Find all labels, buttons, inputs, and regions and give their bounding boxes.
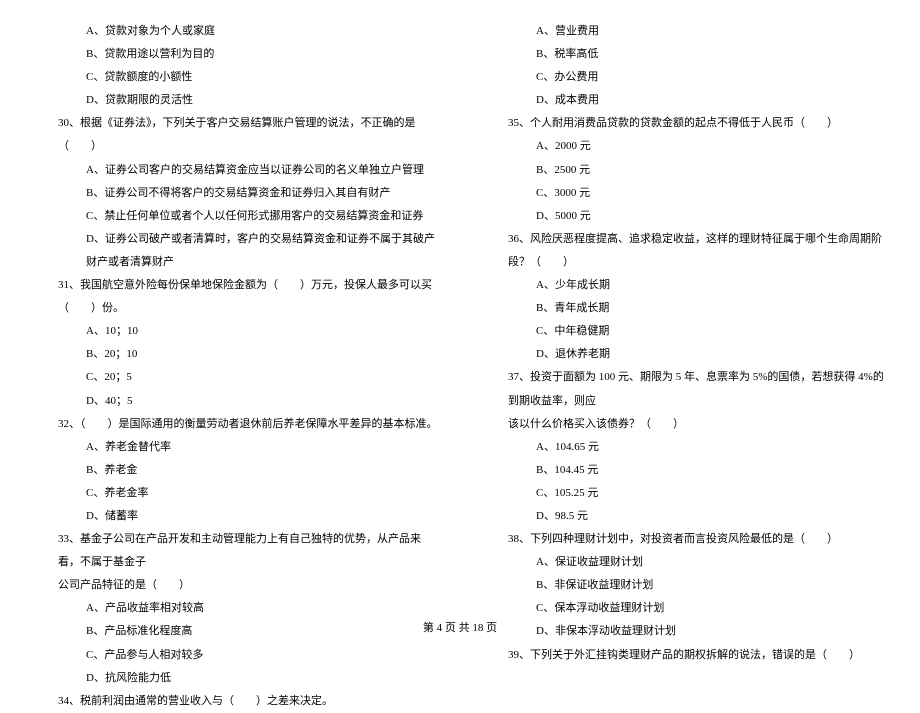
q36-stem: 36、风险厌恶程度提高、追求稳定收益，这样的理财特征属于哪个生命周期阶段？（ ） [480,228,890,274]
q31-option-c: C、20；5 [30,366,440,389]
q36-option-a: A、少年成长期 [480,274,890,297]
q37-option-d: D、98.5 元 [480,505,890,528]
q30-option-b: B、证券公司不得将客户的交易结算资金和证券归入其自有财产 [30,182,440,205]
q37-option-c: C、105.25 元 [480,482,890,505]
q32-stem: 32、（ ）是国际通用的衡量劳动者退休前后养老保障水平差异的基本标准。 [30,413,440,436]
q29-option-d: D、贷款期限的灵活性 [30,89,440,112]
q30-option-c: C、禁止任何单位或者个人以任何形式挪用客户的交易结算资金和证券 [30,205,440,228]
q38-option-a: A、保证收益理财计划 [480,551,890,574]
q37-stem-line1: 37、投资于面额为 100 元、期限为 5 年、息票率为 5%的国债，若想获得 … [480,366,890,412]
q33-option-c: C、产品参与人相对较多 [30,644,440,667]
q38-option-c: C、保本浮动收益理财计划 [480,597,890,620]
q34-option-c: C、办公费用 [480,66,890,89]
q37-stem-line2: 该以什么价格买入该债券？（ ） [480,413,890,436]
q31-option-d: D、40；5 [30,390,440,413]
q34-option-d: D、成本费用 [480,89,890,112]
q38-option-b: B、非保证收益理财计划 [480,574,890,597]
q33-stem-line2: 公司产品特征的是（ ） [30,574,440,597]
two-column-layout: A、贷款对象为个人或家庭 B、贷款用途以营利为目的 C、贷款额度的小额性 D、贷… [30,20,890,600]
q35-option-a: A、2000 元 [480,135,890,158]
q31-option-b: B、20；10 [30,343,440,366]
q31-option-a: A、10；10 [30,320,440,343]
q38-stem: 38、下列四种理财计划中，对投资者而言投资风险最低的是（ ） [480,528,890,551]
q33-stem-line1: 33、基金子公司在产品开发和主动管理能力上有自己独特的优势，从产品来看，不属于基… [30,528,440,574]
q35-option-d: D、5000 元 [480,205,890,228]
q30-option-a: A、证券公司客户的交易结算资金应当以证券公司的名义单独立户管理 [30,159,440,182]
q29-option-a: A、贷款对象为个人或家庭 [30,20,440,43]
q35-stem: 35、个人耐用消费品贷款的贷款金额的起点不得低于人民币（ ） [480,112,890,135]
left-column: A、贷款对象为个人或家庭 B、贷款用途以营利为目的 C、贷款额度的小额性 D、贷… [30,20,440,600]
q34-option-b: B、税率高低 [480,43,890,66]
q37-option-b: B、104.45 元 [480,459,890,482]
q29-option-c: C、贷款额度的小额性 [30,66,440,89]
q33-option-d: D、抗风险能力低 [30,667,440,690]
q32-option-a: A、养老金替代率 [30,436,440,459]
q32-option-d: D、储蓄率 [30,505,440,528]
q39-stem: 39、下列关于外汇挂钩类理财产品的期权拆解的说法，错误的是（ ） [480,644,890,667]
q34-option-a: A、营业费用 [480,20,890,43]
q36-option-c: C、中年稳健期 [480,320,890,343]
q30-option-d: D、证券公司破产或者清算时，客户的交易结算资金和证券不属于其破产财产或者清算财产 [30,228,440,274]
q29-option-b: B、贷款用途以营利为目的 [30,43,440,66]
q33-option-a: A、产品收益率相对较高 [30,597,440,620]
q37-option-a: A、104.65 元 [480,436,890,459]
q36-option-d: D、退休养老期 [480,343,890,366]
page-footer: 第 4 页 共 18 页 [0,619,920,635]
q32-option-c: C、养老金率 [30,482,440,505]
right-column: A、营业费用 B、税率高低 C、办公费用 D、成本费用 35、个人耐用消费品贷款… [480,20,890,600]
q32-option-b: B、养老金 [30,459,440,482]
q31-stem: 31、我国航空意外险每份保单地保险金额为（ ）万元，投保人最多可以买（ ）份。 [30,274,440,320]
q30-stem: 30、根据《证券法》，下列关于客户交易结算账户管理的说法，不正确的是（ ） [30,112,440,158]
q35-option-c: C、3000 元 [480,182,890,205]
q36-option-b: B、青年成长期 [480,297,890,320]
q34-stem: 34、税前利润由通常的营业收入与（ ）之差来决定。 [30,690,440,713]
q35-option-b: B、2500 元 [480,159,890,182]
